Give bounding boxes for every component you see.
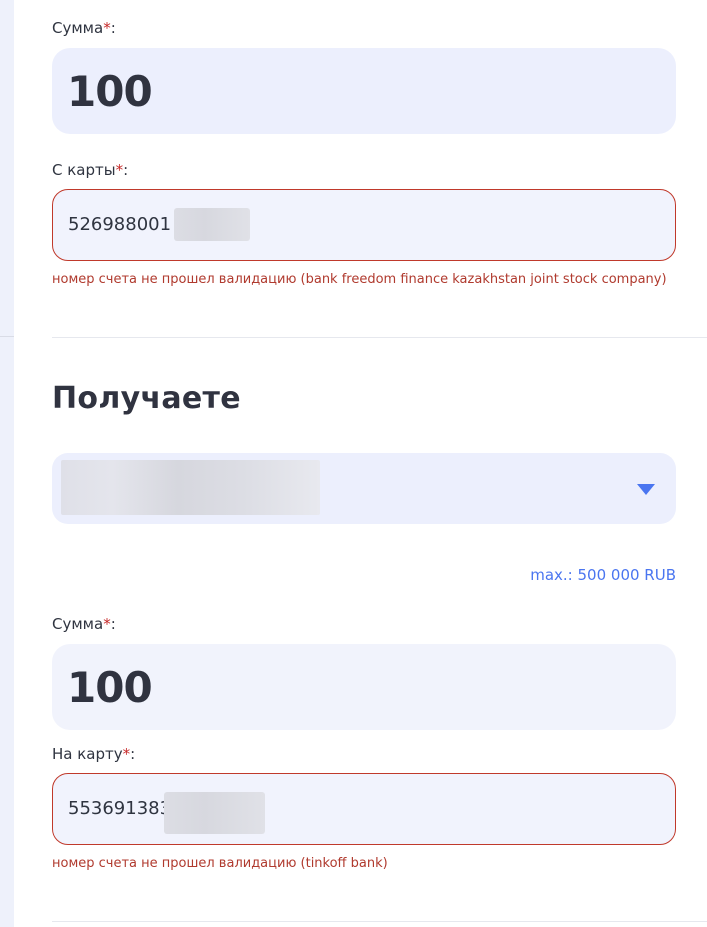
send-amount-value: 100 [67, 67, 153, 116]
redaction-blur [164, 792, 265, 834]
from-card-value: 526988001 [68, 214, 172, 235]
redaction-blur [174, 208, 250, 241]
from-card-error: номер счета не прошел валидацию (bank fr… [52, 272, 667, 287]
receive-method-select[interactable] [52, 453, 676, 524]
receive-title: Получаете [52, 381, 241, 416]
chevron-down-icon [637, 484, 655, 495]
rail-divider [0, 336, 14, 337]
redaction-blur [61, 460, 320, 515]
to-card-error: номер счета не прошел валидацию (tinkoff… [52, 856, 388, 871]
send-amount-field[interactable]: 100 [52, 48, 676, 134]
max-amount-hint: max.: 500 000 RUB [530, 566, 676, 584]
from-card-field[interactable]: 526988001 [52, 189, 676, 261]
from-card-label: С карты*: [52, 161, 129, 179]
receive-amount-field[interactable]: 100 [52, 644, 676, 730]
to-card-field[interactable]: 553691383 [52, 773, 676, 845]
section-divider [52, 337, 707, 338]
left-rail [0, 0, 14, 927]
send-amount-label: Сумма*: [52, 19, 116, 37]
to-card-label: На карту*: [52, 745, 136, 763]
receive-amount-value: 100 [67, 663, 153, 712]
receive-amount-label: Сумма*: [52, 615, 116, 633]
section-divider [52, 921, 707, 922]
to-card-value: 553691383 [68, 798, 172, 819]
